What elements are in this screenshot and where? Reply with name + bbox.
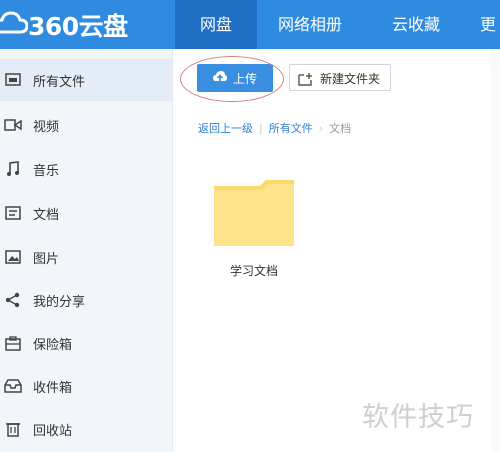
new-folder-label: 新建文件夹 [320,72,381,86]
sidebar-item-video[interactable]: 视频 [0,104,172,146]
scrollbar[interactable] [491,49,500,452]
music-icon [4,160,22,178]
folder-name[interactable]: 学习文档 [214,262,294,279]
document-icon [4,204,22,222]
nav-tab-cloud-drive[interactable]: 网盘 [175,0,257,49]
watermark: 软件技巧 [362,402,474,433]
new-folder-icon [298,71,314,90]
breadcrumb-root-link[interactable]: 所有文件 [269,120,313,136]
sidebar-item-label: 收件箱 [33,380,73,396]
nav-tab-photo-album[interactable]: 网络相册 [257,0,363,49]
inbox-icon [4,377,22,395]
sidebar-item-label: 回收站 [33,423,73,439]
sidebar-item-label: 文档 [33,207,60,223]
sidebar-item-music[interactable]: 音乐 [0,148,172,190]
sidebar-item-label: 保险箱 [33,337,73,353]
sidebar-item-label: 我的分享 [33,294,86,310]
highlight-annotation [180,56,284,102]
share-icon [4,291,22,309]
video-icon [4,116,22,134]
sidebar-item-safe[interactable]: 保险箱 [0,322,172,364]
cloud-logo-icon [0,11,28,34]
sidebar-item-label: 视频 [33,119,60,135]
sidebar-item-inbox[interactable]: 收件箱 [0,365,172,407]
sidebar-item-my-shares[interactable]: 我的分享 [0,279,172,321]
image-icon [4,248,22,266]
safe-icon [4,334,22,352]
sidebar-item-documents[interactable]: 文档 [0,192,172,234]
breadcrumb-divider: | [259,121,263,135]
folder-icon [214,180,294,246]
folder-item[interactable] [214,180,294,246]
sidebar-item-label: 所有文件 [33,74,86,90]
breadcrumb-separator: › [318,121,324,135]
sidebar-item-label: 音乐 [33,163,60,179]
logo[interactable]: 360云盘 [0,0,175,49]
nav-tab-favorites[interactable]: 云收藏 [375,0,457,49]
sidebar-item-recycle-bin[interactable]: 回收站 [0,408,172,450]
new-folder-button[interactable]: 新建文件夹 [289,64,391,91]
breadcrumb-back-link[interactable]: 返回上一级 [198,120,253,136]
sidebar-item-images[interactable]: 图片 [0,236,172,278]
nav-tab-more[interactable]: 更 [480,0,500,49]
file-icon [4,71,22,89]
logo-text: 360云盘 [28,12,128,41]
breadcrumb: 返回上一级 | 所有文件 › 文档 [198,120,351,136]
trash-icon [4,420,22,438]
sidebar: 所有文件 视频 音乐 文档 图片 我的分享 保险箱 收件箱 回收站 [0,49,173,452]
sidebar-item-all-files[interactable]: 所有文件 [0,59,172,101]
top-bar: 360云盘 网盘 网络相册 云收藏 更 [0,0,500,49]
sidebar-item-label: 图片 [33,251,60,267]
breadcrumb-current: 文档 [329,122,352,135]
